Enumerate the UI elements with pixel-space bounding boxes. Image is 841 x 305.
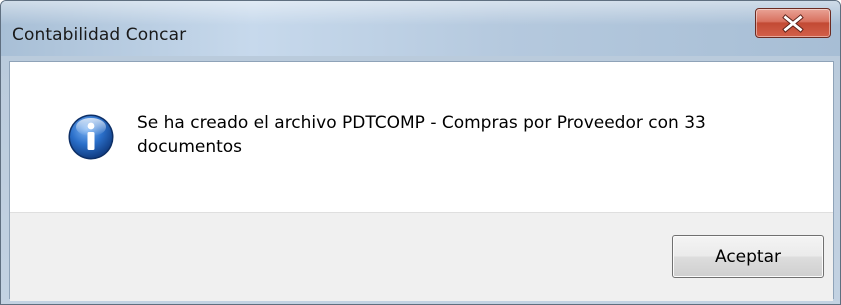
message-text: Se ha creado el archivo PDTCOMP - Compra… (137, 113, 706, 157)
close-icon (782, 14, 804, 33)
message-dialog: Contabilidad Concar Se ha creado el arch… (0, 0, 841, 305)
window-title: Contabilidad Concar (12, 25, 187, 45)
button-area: Aceptar (10, 212, 833, 301)
title-bar[interactable]: Contabilidad Concar (1, 1, 840, 56)
info-icon (68, 114, 114, 160)
dialog-body: Se ha creado el archivo PDTCOMP - Compra… (9, 61, 834, 301)
title-bar-sheen (1, 1, 840, 25)
accept-button[interactable]: Aceptar (672, 235, 824, 278)
close-button[interactable] (755, 8, 831, 38)
message-area: Se ha creado el archivo PDTCOMP - Compra… (10, 62, 833, 212)
